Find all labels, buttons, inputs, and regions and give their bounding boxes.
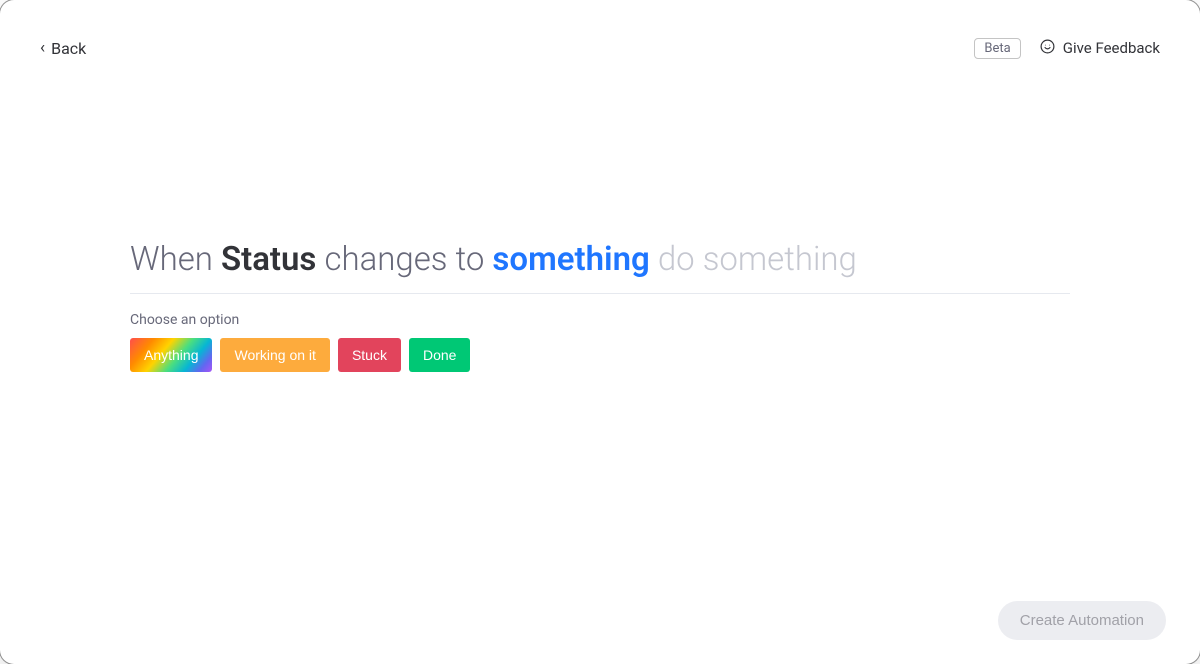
create-automation-button[interactable]: Create Automation: [998, 601, 1166, 640]
sentence-value-token[interactable]: something: [492, 240, 649, 279]
chevron-left-icon: ‹: [40, 40, 45, 57]
beta-badge: Beta: [974, 38, 1020, 59]
option-anything[interactable]: Anything: [130, 338, 212, 372]
back-label: Back: [51, 39, 86, 58]
option-done[interactable]: Done: [409, 338, 470, 372]
header-bar: ‹ Back Beta Give Feedback: [0, 0, 1200, 70]
option-stuck[interactable]: Stuck: [338, 338, 401, 372]
sentence-part-do: do something: [650, 240, 857, 279]
status-options-row: Anything Working on it Stuck Done: [130, 338, 1070, 372]
feedback-icon: [1039, 38, 1056, 59]
feedback-label: Give Feedback: [1063, 39, 1160, 57]
sentence-part-changes: changes to: [316, 240, 492, 279]
main-content: When Status changes to something do some…: [0, 70, 1200, 664]
footer: Create Automation: [998, 601, 1166, 640]
option-working-on-it[interactable]: Working on it: [220, 338, 329, 372]
give-feedback-button[interactable]: Give Feedback: [1039, 38, 1160, 59]
header-right: Beta Give Feedback: [974, 38, 1160, 59]
automation-sentence: When Status changes to something do some…: [130, 240, 1070, 294]
sentence-part-when: When: [130, 240, 221, 279]
choose-option-label: Choose an option: [130, 312, 1070, 328]
back-button[interactable]: ‹ Back: [40, 39, 86, 58]
automation-builder-window: ‹ Back Beta Give Feedback When Status ch…: [0, 0, 1200, 664]
sentence-column-token[interactable]: Status: [221, 240, 316, 279]
